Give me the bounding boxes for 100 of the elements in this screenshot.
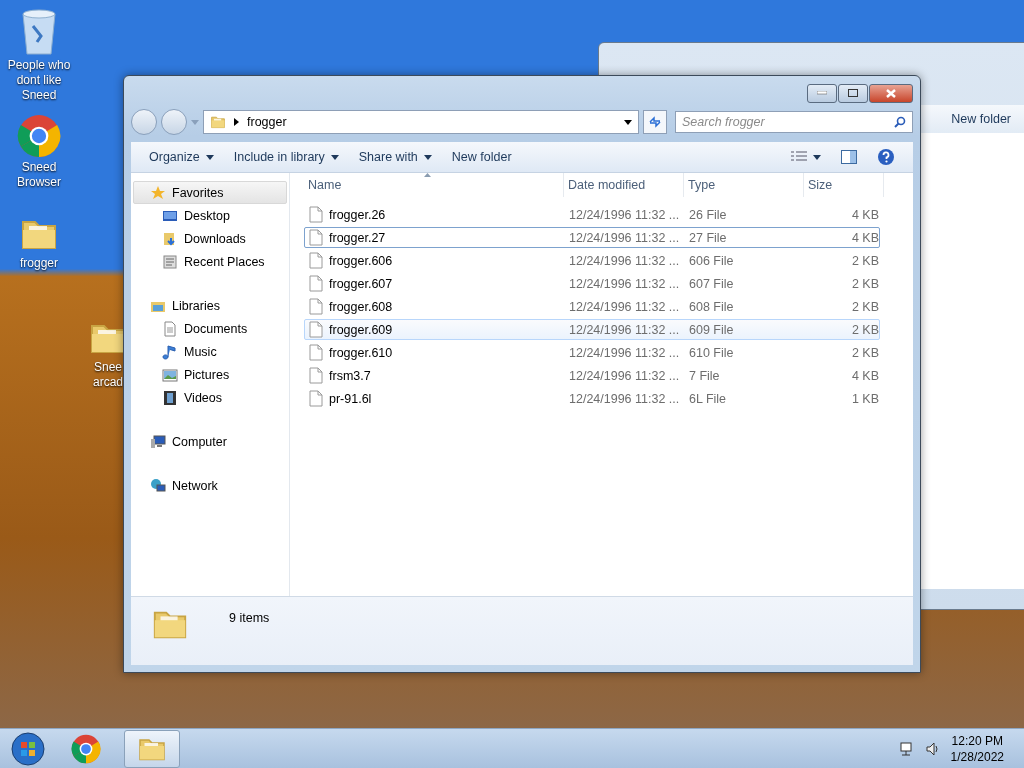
file-row[interactable]: frogger.607 12/24/1996 11:32 ... 607 File 2 KB	[304, 273, 880, 294]
volume-icon[interactable]	[924, 740, 941, 757]
search-field[interactable]: Search frogger	[675, 111, 913, 133]
network-icon	[150, 477, 166, 494]
caret-icon	[813, 154, 821, 160]
caret-icon	[423, 154, 432, 160]
file-name: pr-91.6l	[329, 391, 372, 406]
date-cell-text: 12/24/1996 11:32 ...	[568, 345, 681, 360]
file-icon	[309, 321, 323, 338]
toolbar-button[interactable]: New folder	[945, 108, 1017, 130]
file-icon	[309, 275, 323, 292]
column-header[interactable]: Size	[804, 173, 884, 197]
file-row[interactable]: frogger.608 12/24/1996 11:32 ... 608 File 2 KB	[304, 296, 880, 317]
caret-icon	[624, 119, 632, 125]
file-row[interactable]: frogger.610 12/24/1996 11:32 ... 610 File 2 KB	[304, 342, 880, 363]
column-header[interactable]: Type	[684, 173, 804, 197]
nav-item[interactable]: Documents	[133, 317, 287, 340]
maximize-button[interactable]	[838, 83, 868, 103]
file-icon	[309, 298, 323, 315]
minimize-button[interactable]	[807, 83, 837, 103]
file-icon	[309, 229, 323, 246]
file-icon	[309, 252, 323, 269]
help-icon	[877, 148, 895, 166]
close-icon	[886, 88, 896, 98]
file-icon	[309, 344, 323, 361]
desktop-icon-label[interactable]: frogger	[20, 256, 58, 271]
sort-arrow-icon	[424, 173, 431, 177]
file-name: frogger.26	[329, 207, 386, 222]
column-header[interactable]: Name	[304, 173, 564, 197]
file-icon	[309, 390, 323, 407]
file-name: frsm3.7	[329, 368, 371, 383]
pictures-icon	[162, 366, 178, 383]
file-row[interactable]: frogger.27 12/24/1996 11:32 ... 27 File 4 KB	[304, 227, 880, 248]
pane-icon	[841, 150, 857, 164]
file-row[interactable]: pr-91.6l 12/24/1996 11:32 ... 6L File 1 KB	[304, 388, 880, 409]
file-row[interactable]: frsm3.7 12/24/1996 11:32 ... 7 File 4 KB	[304, 365, 880, 386]
item-count: 9 items	[229, 611, 270, 625]
nav-item[interactable]: Network	[133, 474, 287, 497]
caret-icon	[205, 154, 214, 160]
toolbar-button[interactable]: New folder	[445, 146, 518, 168]
toolbar-button[interactable]: Share with	[352, 146, 438, 168]
size-cell-text: 4 KB	[850, 230, 879, 245]
desktop-icon-label[interactable]: Snee arcad	[92, 360, 124, 390]
toolbar-button[interactable]: Organize	[143, 146, 220, 168]
nav-item[interactable]: Recent Places	[133, 250, 287, 273]
date-cell-text: 12/24/1996 11:32 ...	[568, 299, 681, 314]
size-cell-text: 2 KB	[850, 253, 879, 268]
file-name: frogger.609	[329, 322, 393, 337]
nav-item[interactable]: Videos	[133, 386, 287, 409]
size-cell-text: 4 KB	[850, 207, 879, 222]
file-row[interactable]: frogger.26 12/24/1996 11:32 ... 26 File 4 KB	[304, 204, 880, 225]
downloads-icon	[162, 230, 178, 247]
nav-item[interactable]: Computer	[133, 430, 287, 453]
clock[interactable]: 12:20 PM 1/28/2022	[950, 732, 1004, 765]
address-bar[interactable]: frogger	[203, 110, 639, 134]
list-view-icon	[791, 151, 807, 163]
type-cell-text: 609 File	[688, 322, 735, 337]
column-header[interactable]: Date modified	[564, 173, 684, 197]
desktop-icon-label[interactable]: Sneed Browser	[2, 160, 76, 190]
recycle-bin-icon	[19, 8, 59, 56]
size-cell-text: 2 KB	[850, 299, 879, 314]
file-name: frogger.27	[329, 230, 386, 245]
file-icon	[309, 367, 323, 384]
date-cell-text: 12/24/1996 11:32 ...	[568, 207, 681, 222]
file-row[interactable]: frogger.609 12/24/1996 11:32 ... 609 File 2 KB	[304, 319, 880, 340]
network-icon[interactable]	[898, 740, 915, 757]
size-cell-text: 2 KB	[850, 345, 879, 360]
chrome-icon	[17, 114, 61, 158]
file-row[interactable]: frogger.606 12/24/1996 11:32 ... 606 File 2 KB	[304, 250, 880, 271]
desktop-icon-label[interactable]: People who dont like Sneed	[2, 58, 76, 103]
videos-icon	[162, 389, 178, 406]
caret-icon	[191, 119, 199, 125]
caret-icon	[330, 154, 339, 160]
nav-item[interactable]: Pictures	[133, 363, 287, 386]
recent-icon	[162, 253, 178, 270]
folder-icon	[210, 114, 226, 130]
refresh-button[interactable]	[643, 110, 667, 134]
nav-item[interactable]: Libraries	[133, 294, 287, 317]
date-cell-text: 12/24/1996 11:32 ...	[568, 368, 681, 383]
size-cell-text: 2 KB	[850, 276, 879, 291]
toolbar-button[interactable]: Include in library	[227, 146, 345, 168]
date-cell-text: 12/24/1996 11:32 ...	[568, 391, 681, 406]
nav-item[interactable]: Downloads	[133, 227, 287, 250]
start-button[interactable]	[8, 730, 48, 767]
type-cell-text: 26 File	[688, 207, 728, 222]
file-name: frogger.607	[329, 276, 393, 291]
nav-item[interactable]: Favorites	[133, 181, 287, 204]
file-name: frogger.606	[329, 253, 393, 268]
nav-item[interactable]: Music	[133, 340, 287, 363]
date-text: 1/28/2022	[950, 748, 1004, 765]
close-button[interactable]	[869, 83, 913, 103]
type-cell-text: 6L File	[688, 391, 728, 406]
size-cell-text: 2 KB	[850, 322, 879, 337]
type-cell-text: 7 File	[688, 368, 721, 383]
search-icon	[894, 116, 906, 128]
computer-icon	[150, 433, 166, 450]
size-cell-text: 1 KB	[850, 391, 879, 406]
nav-item[interactable]: Desktop	[133, 204, 287, 227]
chevron-icon	[234, 118, 239, 126]
type-cell-text: 607 File	[688, 276, 735, 291]
